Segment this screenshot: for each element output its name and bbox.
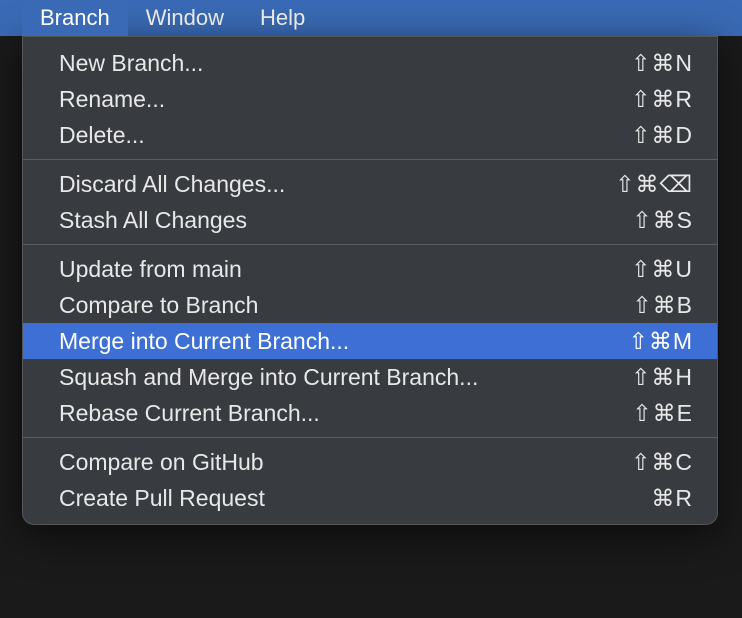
menu-item-label: Rename... <box>59 86 165 113</box>
menu-item-label: Squash and Merge into Current Branch... <box>59 364 478 391</box>
menu-item-shortcut: ⇧⌘R <box>631 86 693 113</box>
menubar-label: Help <box>260 5 305 31</box>
menu-item-update-from-main[interactable]: Update from main ⇧⌘U <box>23 251 717 287</box>
menu-item-shortcut: ⇧⌘H <box>631 364 693 391</box>
menu-item-compare-to-branch[interactable]: Compare to Branch ⇧⌘B <box>23 287 717 323</box>
menu-item-shortcut: ⇧⌘E <box>632 400 693 427</box>
menu-item-label: Stash All Changes <box>59 207 247 234</box>
menu-item-shortcut: ⇧⌘D <box>631 122 693 149</box>
menu-separator <box>23 159 717 160</box>
menu-item-stash-all-changes[interactable]: Stash All Changes ⇧⌘S <box>23 202 717 238</box>
menu-item-rebase-current-branch[interactable]: Rebase Current Branch... ⇧⌘E <box>23 395 717 431</box>
menu-item-label: Merge into Current Branch... <box>59 328 349 355</box>
menubar: Branch Window Help <box>0 0 742 36</box>
menu-item-shortcut: ⇧⌘C <box>631 449 693 476</box>
menu-item-shortcut: ⇧⌘B <box>632 292 693 319</box>
menu-item-shortcut: ⇧⌘M <box>629 328 693 355</box>
menu-separator <box>23 244 717 245</box>
menu-item-compare-on-github[interactable]: Compare on GitHub ⇧⌘C <box>23 444 717 480</box>
menu-item-discard-all-changes[interactable]: Discard All Changes... ⇧⌘⌫ <box>23 166 717 202</box>
menu-item-shortcut: ⇧⌘N <box>631 50 693 77</box>
dropdown-menu: New Branch... ⇧⌘N Rename... ⇧⌘R Delete..… <box>22 36 718 525</box>
menu-item-label: Delete... <box>59 122 145 149</box>
menu-separator <box>23 437 717 438</box>
menu-item-shortcut: ⇧⌘S <box>632 207 693 234</box>
menubar-label: Window <box>146 5 224 31</box>
menu-item-label: Compare to Branch <box>59 292 258 319</box>
menu-item-rename[interactable]: Rename... ⇧⌘R <box>23 81 717 117</box>
menu-item-merge-into-current-branch[interactable]: Merge into Current Branch... ⇧⌘M <box>23 323 717 359</box>
menubar-item-window[interactable]: Window <box>128 0 242 36</box>
menu-item-label: New Branch... <box>59 50 203 77</box>
menubar-label: Branch <box>40 5 110 31</box>
menu-item-squash-and-merge[interactable]: Squash and Merge into Current Branch... … <box>23 359 717 395</box>
menu-item-label: Discard All Changes... <box>59 171 285 198</box>
menubar-item-help[interactable]: Help <box>242 0 323 36</box>
menu-item-delete[interactable]: Delete... ⇧⌘D <box>23 117 717 153</box>
menu-item-label: Update from main <box>59 256 242 283</box>
menu-item-new-branch[interactable]: New Branch... ⇧⌘N <box>23 45 717 81</box>
menu-item-shortcut: ⌘R <box>651 485 693 512</box>
menu-item-shortcut: ⇧⌘U <box>631 256 693 283</box>
menu-item-shortcut: ⇧⌘⌫ <box>615 171 693 198</box>
menu-item-label: Compare on GitHub <box>59 449 264 476</box>
menu-item-create-pull-request[interactable]: Create Pull Request ⌘R <box>23 480 717 516</box>
menu-item-label: Create Pull Request <box>59 485 265 512</box>
menu-item-label: Rebase Current Branch... <box>59 400 320 427</box>
menubar-item-branch[interactable]: Branch <box>22 0 128 36</box>
